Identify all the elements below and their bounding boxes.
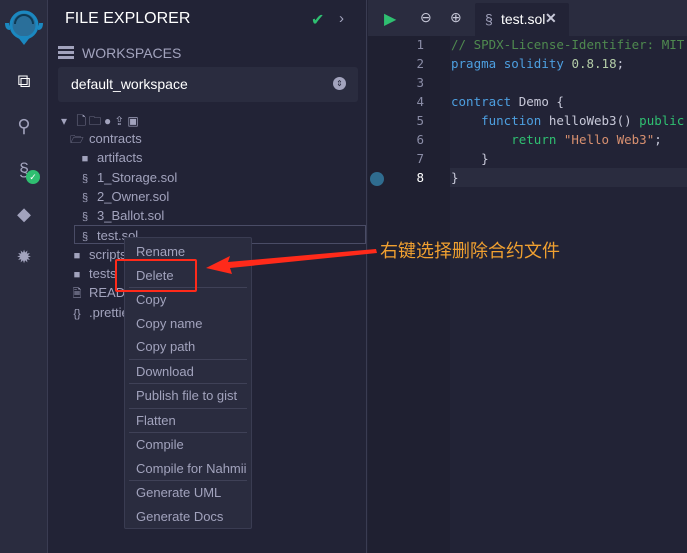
annotation-text: 右键选择删除合约文件 <box>380 241 560 261</box>
annotation-arrow <box>206 249 377 274</box>
